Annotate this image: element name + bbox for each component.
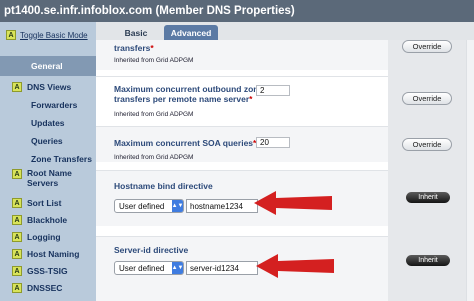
sidebar-item-label: General bbox=[31, 61, 63, 71]
toggle-basic-mode[interactable]: A Toggle Basic Mode bbox=[6, 28, 92, 42]
advanced-mode-icon: A bbox=[12, 82, 22, 92]
sidebar-item-dns-views[interactable]: A DNS Views bbox=[0, 80, 96, 94]
advanced-mode-icon: A bbox=[12, 249, 22, 259]
section-transfers: transfers* Inherited from Grid ADPGM bbox=[96, 40, 388, 70]
sidebar-item-label: Sort List bbox=[27, 198, 62, 208]
sidebar-item-label: GSS-TSIG bbox=[27, 266, 68, 276]
max-transfers-input[interactable]: 2 bbox=[256, 85, 290, 96]
sidebar-item-label: Host Naming bbox=[27, 249, 80, 259]
sidebar-item-label: Queries bbox=[31, 136, 63, 146]
sidebar-item-root-name-servers[interactable]: A Root Name Servers bbox=[0, 168, 96, 192]
override-button[interactable]: Override bbox=[402, 92, 452, 105]
advanced-mode-icon: A bbox=[12, 283, 22, 293]
scrollbar[interactable] bbox=[466, 40, 474, 301]
section-max-soa-queries: Maximum concurrent SOA queries* 20 Inher… bbox=[96, 126, 388, 162]
red-arrow-icon bbox=[254, 191, 332, 215]
sidebar-item-general[interactable]: General bbox=[0, 56, 96, 76]
section-max-outbound-transfers: Maximum concurrent outbound zone transfe… bbox=[96, 76, 388, 120]
sidebar-item-label: Forwarders bbox=[31, 100, 78, 110]
field-label-line2: transfers per remote name server bbox=[114, 94, 250, 104]
max-soa-input[interactable]: 20 bbox=[256, 137, 290, 148]
override-button[interactable]: Override bbox=[402, 40, 452, 53]
section-hostname-bind: Hostname bind directive User defined ▲▼ … bbox=[96, 170, 388, 226]
tab-basic[interactable]: Basic bbox=[112, 25, 160, 40]
toggle-basic-mode-label[interactable]: Toggle Basic Mode bbox=[20, 31, 88, 40]
sidebar-item-logging[interactable]: A Logging bbox=[0, 230, 96, 244]
override-button[interactable]: Override bbox=[402, 138, 452, 151]
chevron-updown-icon: ▲▼ bbox=[172, 262, 183, 274]
window-title: pt1400.se.infr.infoblox.com (Member DNS … bbox=[0, 0, 474, 22]
sidebar-item-label: Blackhole bbox=[27, 215, 68, 225]
sidebar-item-host-naming[interactable]: A Host Naming bbox=[0, 247, 96, 261]
select-value: User defined bbox=[119, 201, 165, 211]
field-label: Maximum concurrent outbound zone transfe… bbox=[114, 84, 264, 104]
advanced-mode-icon: A bbox=[12, 215, 22, 225]
sidebar-item-label: Root Name Servers bbox=[27, 168, 72, 188]
content-panel: transfers* Inherited from Grid ADPGM Max… bbox=[96, 40, 474, 301]
sidebar-item-gss-tsig[interactable]: A GSS-TSIG bbox=[0, 264, 96, 278]
inherited-note: Inherited from Grid ADPGM bbox=[114, 154, 194, 161]
sidebar-item-label-line1: Root Name bbox=[27, 168, 72, 178]
sidebar-item-dnssec[interactable]: A DNSSEC bbox=[0, 281, 96, 295]
inherit-button[interactable]: Inherit bbox=[406, 192, 450, 203]
server-id-select[interactable]: User defined ▲▼ bbox=[114, 261, 184, 275]
sidebar: A Toggle Basic Mode General A DNS Views … bbox=[0, 22, 96, 301]
sidebar-item-forwarders[interactable]: Forwarders bbox=[0, 98, 96, 112]
field-label: Hostname bind directive bbox=[114, 181, 213, 191]
red-arrow-icon bbox=[256, 254, 334, 278]
field-label-line1: Maximum concurrent outbound zone bbox=[114, 84, 264, 94]
section-server-id: Server-id directive User defined ▲▼ serv… bbox=[96, 236, 388, 301]
advanced-mode-icon: A bbox=[12, 198, 22, 208]
tab-advanced[interactable]: Advanced bbox=[164, 25, 218, 40]
hostname-bind-select[interactable]: User defined ▲▼ bbox=[114, 199, 184, 213]
tab-bar: Basic Advanced bbox=[96, 22, 474, 40]
select-value: User defined bbox=[119, 263, 165, 273]
inherit-button[interactable]: Inherit bbox=[406, 255, 450, 266]
sidebar-item-label: DNSSEC bbox=[27, 283, 63, 293]
sidebar-item-label-line2: Servers bbox=[27, 178, 59, 188]
sidebar-item-updates[interactable]: Updates bbox=[0, 116, 96, 130]
sidebar-item-queries[interactable]: Queries bbox=[0, 134, 96, 148]
advanced-mode-icon: A bbox=[12, 266, 22, 276]
sidebar-item-label: Updates bbox=[31, 118, 65, 128]
hostname-bind-input[interactable]: hostname1234 bbox=[186, 199, 258, 213]
inherited-note: Inherited from Grid ADPGM bbox=[114, 57, 194, 64]
sidebar-item-label: Zone Transfers bbox=[31, 154, 92, 164]
server-id-input[interactable]: server-id1234 bbox=[186, 261, 258, 275]
sidebar-item-sort-list[interactable]: A Sort List bbox=[0, 196, 96, 210]
chevron-updown-icon: ▲▼ bbox=[172, 200, 183, 212]
field-label: Maximum concurrent SOA queries* bbox=[114, 138, 257, 148]
action-column: Override Override Override Inherit Inher… bbox=[388, 40, 466, 301]
sidebar-item-label: DNS Views bbox=[27, 82, 72, 92]
advanced-mode-icon: A bbox=[12, 232, 22, 242]
sidebar-item-blackhole[interactable]: A Blackhole bbox=[0, 213, 96, 227]
inherited-note: Inherited from Grid ADPGM bbox=[114, 111, 194, 118]
sidebar-item-label: Logging bbox=[27, 232, 61, 242]
advanced-mode-icon: A bbox=[12, 169, 22, 179]
advanced-mode-icon: A bbox=[6, 30, 16, 40]
field-label: Server-id directive bbox=[114, 245, 189, 255]
field-label: transfers* bbox=[114, 43, 154, 53]
sidebar-item-zone-transfers[interactable]: Zone Transfers bbox=[0, 152, 96, 166]
